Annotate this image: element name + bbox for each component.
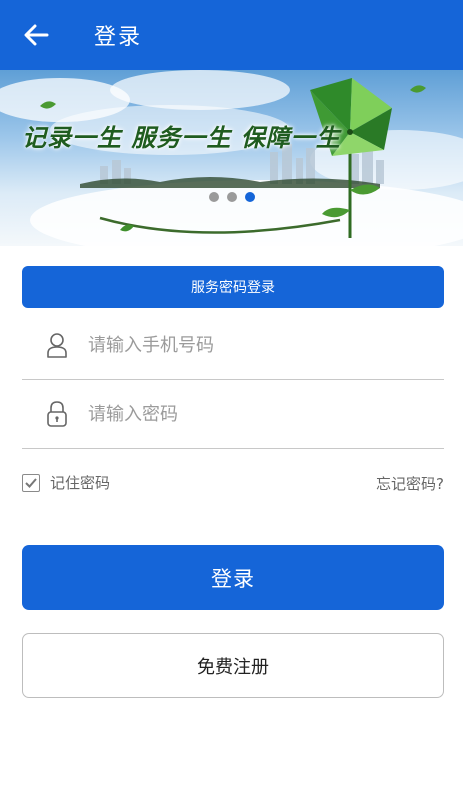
- login-button[interactable]: 登录: [22, 545, 444, 610]
- page-title: 登录: [94, 25, 143, 50]
- carousel-dot[interactable]: [227, 192, 237, 202]
- remember-password-label: 记住密码: [50, 474, 111, 492]
- service-password-login-button[interactable]: 服务密码登录: [22, 266, 444, 308]
- carousel-indicators: [209, 192, 255, 202]
- remember-password-checkbox[interactable]: 记住密码: [22, 472, 110, 493]
- back-button[interactable]: [6, 0, 66, 70]
- checkbox-checked-icon[interactable]: [22, 473, 40, 492]
- user-icon: [44, 329, 70, 361]
- password-field-row: [22, 380, 444, 449]
- app-header: 登录: [0, 0, 463, 70]
- password-input[interactable]: [86, 402, 390, 426]
- phone-field-row: [22, 311, 444, 380]
- carousel-dot-active[interactable]: [245, 192, 255, 202]
- forgot-password-link[interactable]: 忘记密码?: [376, 473, 444, 494]
- register-button[interactable]: 免费注册: [22, 633, 444, 698]
- banner-carousel[interactable]: 记录一生 服务一生 保障一生: [0, 70, 463, 246]
- banner-slogan: 记录一生 服务一生 保障一生: [22, 123, 341, 152]
- phone-input[interactable]: [86, 333, 390, 357]
- arrow-left-icon: [24, 24, 49, 46]
- lock-icon: [44, 398, 70, 430]
- carousel-dot[interactable]: [209, 192, 219, 202]
